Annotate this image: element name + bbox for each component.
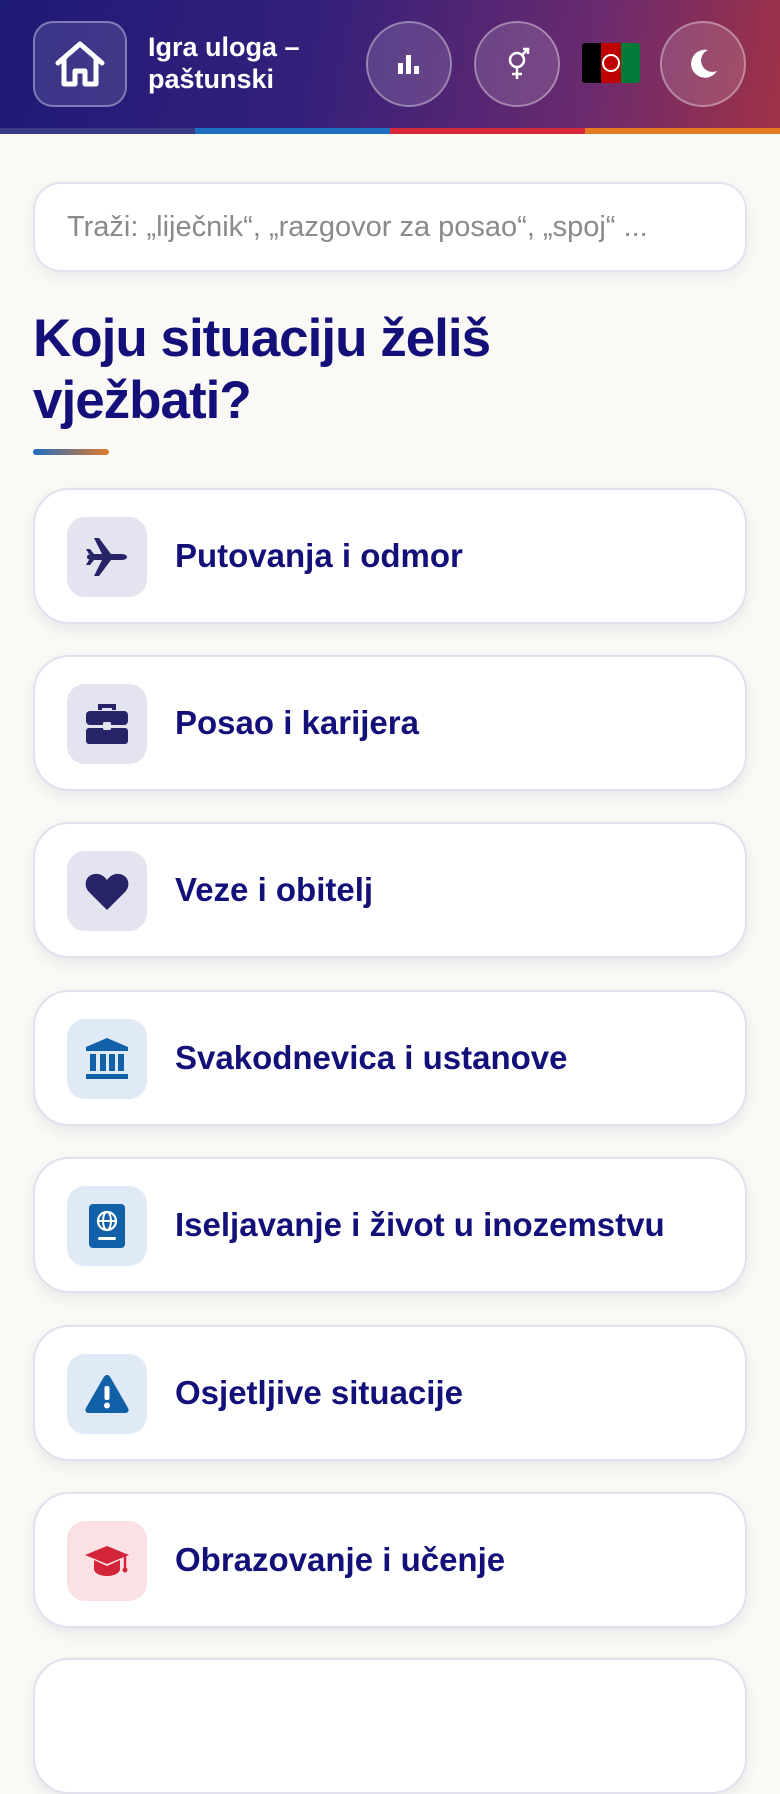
category-icon-wrap — [67, 1186, 147, 1266]
search-box — [33, 182, 747, 272]
category-card-emigration[interactable]: Iseljavanje i život u inozemstvu — [33, 1157, 747, 1293]
app-header: Igra uloga – paštunski — [0, 0, 780, 134]
category-card-travel[interactable]: Putovanja i odmor — [33, 488, 747, 624]
theme-toggle-button[interactable] — [660, 21, 746, 107]
category-card-work[interactable]: Posao i karijera — [33, 655, 747, 791]
flag-emblem — [602, 54, 620, 72]
briefcase-icon — [86, 704, 128, 744]
bank-building-icon — [86, 1038, 128, 1079]
bar-chart-icon — [398, 55, 419, 74]
stripe-segment — [0, 128, 195, 134]
category-icon-wrap — [67, 851, 147, 931]
category-label: Obrazovanje i učenje — [175, 1541, 506, 1578]
category-label: Svakodnevica i ustanove — [175, 1039, 568, 1076]
category-icon-wrap — [67, 684, 147, 764]
stripe-segment — [195, 128, 390, 134]
heart-icon — [85, 873, 129, 910]
home-button[interactable] — [33, 21, 127, 107]
category-icon-wrap — [67, 1019, 147, 1099]
category-label: Osjetljive situacije — [175, 1374, 463, 1411]
category-label: Veze i obitelj — [175, 871, 374, 908]
stripe-segment — [390, 128, 585, 134]
category-label: Posao i karijera — [175, 704, 419, 741]
graduation-cap-icon — [85, 1546, 129, 1576]
title-underline — [33, 449, 109, 455]
moon-icon — [691, 49, 717, 78]
category-icon-wrap — [67, 1354, 147, 1434]
category-label: Iseljavanje i život u inozemstvu — [175, 1206, 665, 1243]
gender-button[interactable] — [474, 21, 560, 107]
header-color-stripe — [0, 128, 780, 134]
stats-button[interactable] — [366, 21, 452, 107]
category-card-sensitive[interactable]: Osjetljive situacije — [33, 1325, 747, 1461]
app-title: Igra uloga – paštunski — [148, 32, 300, 94]
afghanistan-flag-icon[interactable] — [582, 43, 640, 83]
stripe-segment — [585, 128, 780, 134]
category-icon-wrap — [67, 1521, 147, 1601]
page-title: Koju situaciju želiš vježbati? — [33, 309, 491, 430]
home-icon — [55, 41, 105, 87]
search-input[interactable] — [35, 184, 745, 270]
flag-stripe-green — [620, 43, 640, 83]
flag-stripe-black — [582, 43, 602, 83]
passport-icon — [89, 1204, 125, 1248]
gender-icon — [508, 47, 530, 79]
category-card-relationships[interactable]: Veze i obitelj — [33, 822, 747, 958]
category-card-education[interactable]: Obrazovanje i učenje — [33, 1492, 747, 1628]
warning-icon — [85, 1375, 129, 1413]
category-card-partial[interactable] — [33, 1658, 747, 1794]
category-icon-wrap — [67, 517, 147, 597]
category-card-everyday[interactable]: Svakodnevica i ustanove — [33, 990, 747, 1126]
category-label: Putovanja i odmor — [175, 537, 463, 574]
airplane-icon — [86, 538, 127, 576]
